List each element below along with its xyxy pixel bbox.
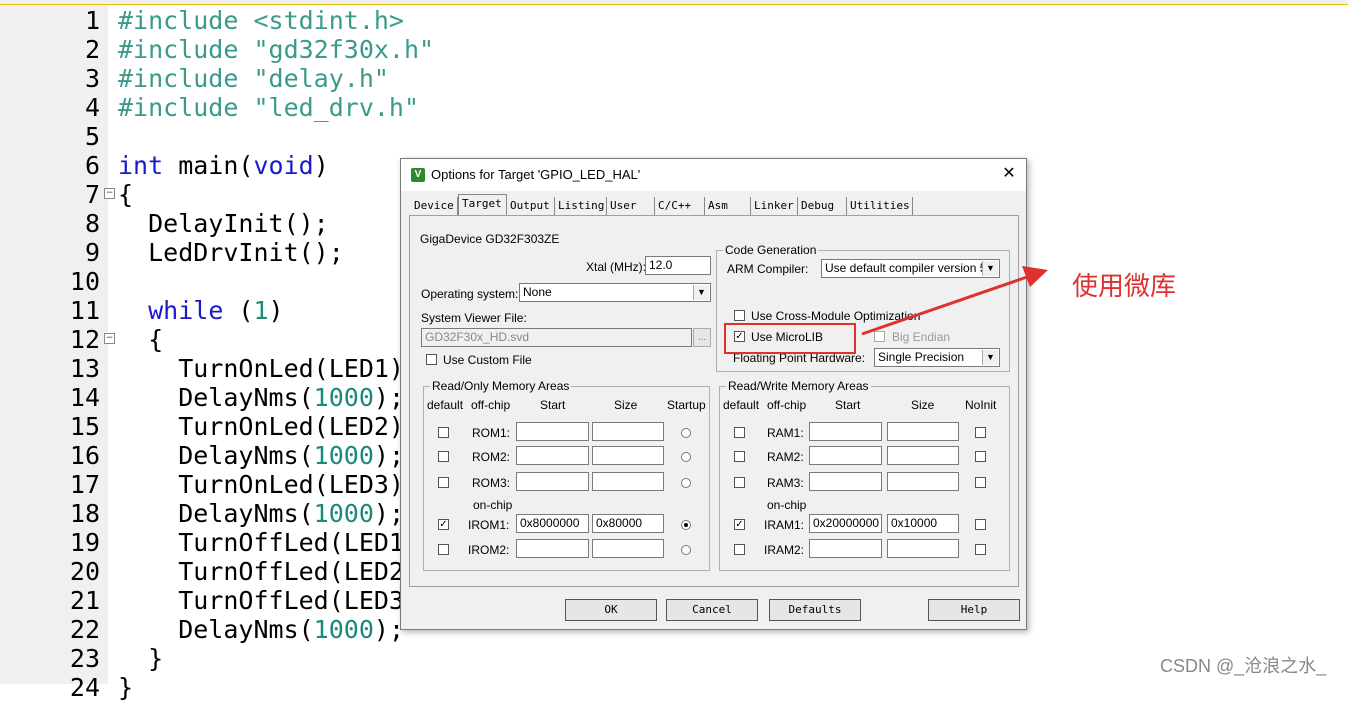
- annotation-arrow-icon: [861, 266, 1048, 336]
- csdn-watermark: CSDN @_沧浪之水_: [1160, 656, 1327, 676]
- annotation-text: 使用微库: [1072, 271, 1177, 301]
